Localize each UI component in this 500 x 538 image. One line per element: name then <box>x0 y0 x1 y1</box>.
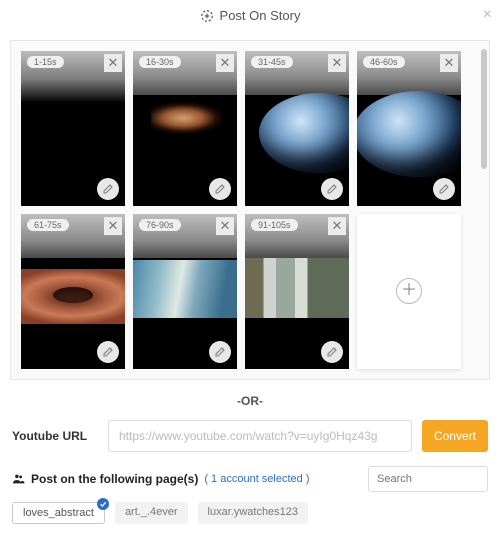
clips-panel: 1-15s ✕ 16-30s ✕ 31-45s ✕ 46-60s ✕ <box>10 40 490 380</box>
remove-clip-icon[interactable]: ✕ <box>104 54 122 72</box>
or-separator: -OR- <box>0 380 500 416</box>
duration-badge: 91-105s <box>251 219 298 231</box>
story-clip[interactable]: 16-30s ✕ <box>133 51 237 206</box>
remove-clip-icon[interactable]: ✕ <box>440 54 458 72</box>
add-clip-card[interactable]: ＋ <box>357 214 461 369</box>
clips-grid: 1-15s ✕ 16-30s ✕ 31-45s ✕ 46-60s ✕ <box>21 51 485 369</box>
duration-badge: 61-75s <box>27 219 69 231</box>
story-clip[interactable]: 46-60s ✕ <box>357 51 461 206</box>
account-chip-label: loves_abstract <box>23 507 94 519</box>
modal-title: Post On Story <box>220 8 301 23</box>
remove-clip-icon[interactable]: ✕ <box>328 217 346 235</box>
account-chip[interactable]: art._.4ever <box>115 502 188 524</box>
remove-clip-icon[interactable]: ✕ <box>216 217 234 235</box>
youtube-label: Youtube URL <box>12 429 98 443</box>
account-chips: loves_abstract art._.4ever luxar.ywatche… <box>0 498 500 538</box>
youtube-row: Youtube URL Convert <box>0 416 500 456</box>
story-clip[interactable]: 91-105s ✕ <box>245 214 349 369</box>
edit-clip-icon[interactable] <box>97 178 119 200</box>
post-story-icon <box>200 9 214 23</box>
duration-badge: 1-15s <box>27 56 64 68</box>
account-chip-label: luxar.ywatches123 <box>208 506 299 518</box>
edit-clip-icon[interactable] <box>321 178 343 200</box>
users-icon <box>12 472 25 485</box>
remove-clip-icon[interactable]: ✕ <box>216 54 234 72</box>
duration-badge: 46-60s <box>363 56 405 68</box>
check-icon <box>97 498 109 510</box>
account-chip[interactable]: luxar.ywatches123 <box>198 502 309 524</box>
account-chip[interactable]: loves_abstract <box>12 502 105 524</box>
modal-header: Post On Story × <box>0 0 500 32</box>
story-clip[interactable]: 31-45s ✕ <box>245 51 349 206</box>
pages-row: Post on the following page(s) ( 1 accoun… <box>0 456 500 498</box>
plus-icon: ＋ <box>396 278 422 304</box>
remove-clip-icon[interactable]: ✕ <box>328 54 346 72</box>
story-clip[interactable]: 61-75s ✕ <box>21 214 125 369</box>
duration-badge: 16-30s <box>139 56 181 68</box>
close-icon[interactable]: × <box>483 6 492 24</box>
convert-button[interactable]: Convert <box>422 420 488 452</box>
accounts-selected-note: ( 1 account selected ) <box>204 473 309 485</box>
account-chip-label: art._.4ever <box>125 506 178 518</box>
pages-lead-label: Post on the following page(s) <box>31 472 198 486</box>
edit-clip-icon[interactable] <box>209 178 231 200</box>
story-clip[interactable]: 1-15s ✕ <box>21 51 125 206</box>
remove-clip-icon[interactable]: ✕ <box>104 217 122 235</box>
scrollbar[interactable] <box>481 49 487 371</box>
account-search-input[interactable] <box>368 466 488 492</box>
story-clip[interactable]: 76-90s ✕ <box>133 214 237 369</box>
edit-clip-icon[interactable] <box>321 341 343 363</box>
edit-clip-icon[interactable] <box>433 178 455 200</box>
youtube-url-input[interactable] <box>108 420 412 452</box>
duration-badge: 76-90s <box>139 219 181 231</box>
edit-clip-icon[interactable] <box>209 341 231 363</box>
duration-badge: 31-45s <box>251 56 293 68</box>
edit-clip-icon[interactable] <box>97 341 119 363</box>
